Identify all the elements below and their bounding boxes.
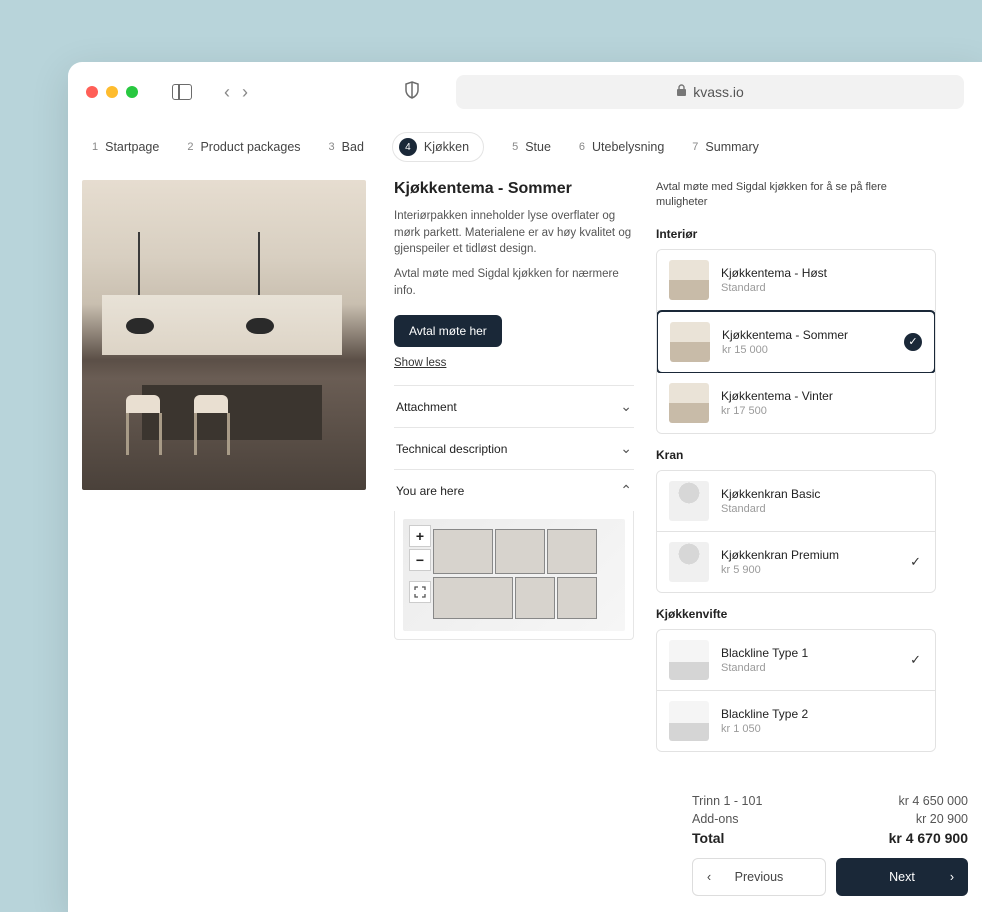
- price-summary: Trinn 1 - 101 kr 4 650 000 Add-ons kr 20…: [692, 794, 968, 896]
- option-thumb: [669, 701, 709, 741]
- step-stue[interactable]: 5Stue: [512, 140, 551, 154]
- step-bad[interactable]: 3Bad: [329, 140, 364, 154]
- product-description-2: Avtal møte med Sigdal kjøkken for nærmer…: [394, 266, 634, 299]
- chevron-down-icon: ⌄: [620, 440, 632, 457]
- product-detail: Kjøkkentema - Sommer Interiørpakken inne…: [394, 180, 634, 766]
- chevron-right-icon: ›: [950, 870, 954, 884]
- show-less-toggle[interactable]: Show less: [394, 357, 446, 369]
- option-interior-vinter[interactable]: Kjøkkentema - Vinter kr 17 500: [657, 373, 935, 433]
- forward-button[interactable]: ›: [242, 82, 248, 103]
- accordion-technical[interactable]: Technical description ⌄: [394, 427, 634, 469]
- step-kjokken[interactable]: 4Kjøkken: [392, 132, 484, 162]
- section-title-faucet: Kran: [656, 448, 936, 462]
- summary-total-price: kr 4 670 900: [889, 830, 968, 846]
- previous-button[interactable]: ‹ Previous: [692, 858, 826, 896]
- option-thumb: [669, 383, 709, 423]
- option-thumb: [669, 542, 709, 582]
- chevron-left-icon: ‹: [707, 870, 711, 884]
- floorplan-image[interactable]: + −: [403, 519, 625, 631]
- interior-option-group: Kjøkkentema - Høst Standard Kjøkkentema …: [656, 249, 936, 434]
- option-thumb: [669, 481, 709, 521]
- nav-arrows: ‹ ›: [224, 82, 248, 103]
- content-grid: Kjøkkentema - Sommer Interiørpakken inne…: [68, 180, 982, 766]
- traffic-lights: [86, 86, 138, 98]
- option-faucet-premium[interactable]: Kjøkkenkran Premium kr 5 900 ✓: [657, 532, 935, 592]
- summary-addons-price: kr 20 900: [916, 812, 968, 826]
- url-bar[interactable]: kvass.io: [456, 75, 964, 109]
- book-meeting-button[interactable]: Avtal møte her: [394, 315, 502, 347]
- browser-window: ‹ › kvass.io 1Startpage 2Product package…: [68, 62, 982, 912]
- accordion-attachment[interactable]: Attachment ⌄: [394, 385, 634, 427]
- stepper: 1Startpage 2Product packages 3Bad 4Kjøkk…: [68, 122, 982, 180]
- option-thumb: [669, 260, 709, 300]
- option-thumb: [669, 640, 709, 680]
- chevron-down-icon: ⌄: [620, 398, 632, 415]
- step-product-packages[interactable]: 2Product packages: [187, 140, 300, 154]
- back-button[interactable]: ‹: [224, 82, 230, 103]
- step-summary[interactable]: 7Summary: [692, 140, 759, 154]
- option-interior-host[interactable]: Kjøkkentema - Høst Standard: [657, 250, 935, 311]
- product-hero-image: [82, 180, 366, 490]
- product-title: Kjøkkentema - Sommer: [394, 180, 634, 198]
- summary-unit-price: kr 4 650 000: [899, 794, 969, 808]
- url-text: kvass.io: [693, 84, 744, 100]
- fullscreen-button[interactable]: [409, 581, 431, 603]
- product-description-1: Interiørpakken inneholder lyse overflate…: [394, 208, 634, 258]
- sidebar-intro: Avtal møte med Sigdal kjøkken for å se p…: [656, 180, 936, 211]
- next-button[interactable]: Next ›: [836, 858, 968, 896]
- sidebar-toggle-icon[interactable]: [172, 84, 192, 100]
- privacy-shield-icon[interactable]: [404, 81, 420, 104]
- section-title-hood: Kjøkkenvifte: [656, 607, 936, 621]
- accordion: Attachment ⌄ Technical description ⌄ You…: [394, 385, 634, 640]
- chevron-up-icon: ⌃: [620, 482, 632, 499]
- option-thumb: [670, 322, 710, 362]
- accordion-you-are-here[interactable]: You are here ⌃: [394, 469, 634, 511]
- option-hood-type2[interactable]: Blackline Type 2 kr 1 050: [657, 691, 935, 751]
- selected-check-icon: ✓: [904, 333, 922, 351]
- hood-option-group: Blackline Type 1 Standard ✓ Blackline Ty…: [656, 629, 936, 752]
- maximize-window-button[interactable]: [126, 86, 138, 98]
- zoom-in-button[interactable]: +: [409, 525, 431, 547]
- summary-unit-label: Trinn 1 - 101: [692, 794, 762, 808]
- summary-addons-label: Add-ons: [692, 812, 739, 826]
- section-title-interior: Interiør: [656, 227, 936, 241]
- option-hood-type1[interactable]: Blackline Type 1 Standard ✓: [657, 630, 935, 691]
- minimize-window-button[interactable]: [106, 86, 118, 98]
- option-interior-sommer[interactable]: Kjøkkentema - Sommer kr 15 000 ✓: [656, 310, 936, 374]
- browser-chrome: ‹ › kvass.io: [68, 62, 982, 122]
- check-icon: ✓: [910, 652, 921, 668]
- option-faucet-basic[interactable]: Kjøkkenkran Basic Standard: [657, 471, 935, 532]
- step-startpage[interactable]: 1Startpage: [92, 140, 159, 154]
- summary-total-label: Total: [692, 830, 724, 846]
- lock-icon: [676, 84, 687, 100]
- options-sidebar: Avtal møte med Sigdal kjøkken for å se p…: [656, 180, 936, 766]
- faucet-option-group: Kjøkkenkran Basic Standard Kjøkkenkran P…: [656, 470, 936, 593]
- step-utebelysning[interactable]: 6Utebelysning: [579, 140, 664, 154]
- check-icon: ✓: [910, 554, 921, 570]
- zoom-out-button[interactable]: −: [409, 549, 431, 571]
- floorplan-panel: + −: [394, 511, 634, 640]
- close-window-button[interactable]: [86, 86, 98, 98]
